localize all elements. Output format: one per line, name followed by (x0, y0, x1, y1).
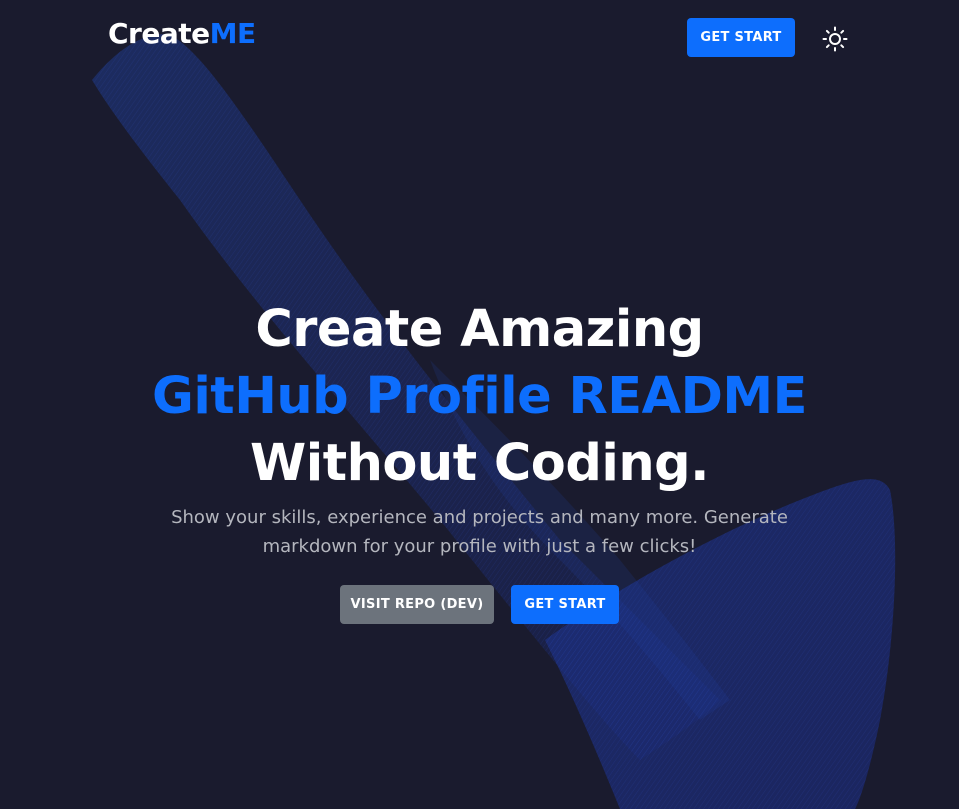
logo-suffix: ME (209, 17, 257, 50)
landing-page: CreateME GET START Create Amazing GitHub… (0, 0, 959, 809)
hero-title-line-3: Without Coding. (249, 434, 710, 493)
navbar: CreateME GET START (0, 0, 959, 76)
hero-subtitle: Show your skills, experience and project… (171, 507, 788, 557)
hero-get-start-button[interactable]: GET START (511, 585, 619, 624)
hero-title-line-2: GitHub Profile README (151, 367, 808, 426)
brand-logo[interactable]: CreateME (108, 17, 256, 51)
sun-icon (822, 26, 848, 52)
hero-cta-row: VISIT REPO (DEV) GET START (0, 585, 959, 624)
logo-prefix: Create (108, 17, 210, 50)
theme-toggle-button[interactable] (820, 24, 850, 54)
navbar-get-start-button[interactable]: GET START (687, 18, 795, 57)
hero-section: Create Amazing GitHub Profile README Wit… (0, 296, 959, 624)
visit-repo-button[interactable]: VISIT REPO (DEV) (340, 585, 494, 624)
hero-title-line-1: Create Amazing (255, 300, 704, 359)
